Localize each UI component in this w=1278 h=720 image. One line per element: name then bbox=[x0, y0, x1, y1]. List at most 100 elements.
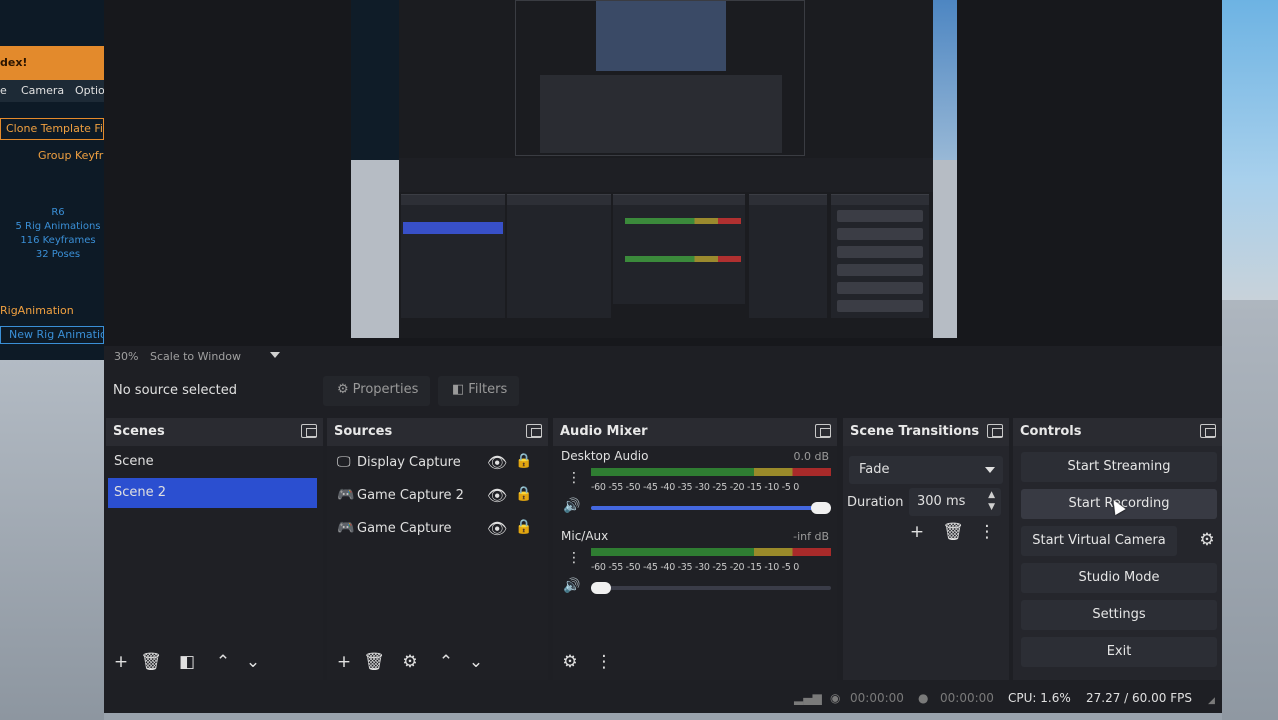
mic-aux-menu-icon[interactable]: ⋮ bbox=[567, 550, 581, 566]
gear-icon: ⚙ bbox=[337, 382, 349, 397]
desktop-audio-volume-slider[interactable] bbox=[591, 502, 831, 514]
duration-value: 300 ms bbox=[917, 494, 966, 509]
eye-icon[interactable]: 👁 bbox=[487, 519, 507, 538]
gamepad-icon: 🎮 bbox=[337, 487, 355, 503]
nested-docks bbox=[540, 75, 782, 153]
chevron-down-icon bbox=[985, 467, 995, 473]
editor-tab-1[interactable]: e bbox=[0, 84, 7, 97]
scene-item[interactable]: Scene bbox=[108, 447, 317, 477]
signal-icon: ▂▄▆ bbox=[794, 691, 822, 705]
start-virtual-camera-button[interactable]: Start Virtual Camera bbox=[1021, 526, 1177, 556]
studio-mode-button[interactable]: Studio Mode bbox=[1021, 563, 1217, 593]
desktop-audio-volume-knob[interactable] bbox=[811, 502, 831, 514]
nested-meter-1 bbox=[625, 218, 741, 224]
speaker-icon[interactable]: 🔊 bbox=[563, 498, 580, 514]
gear-icon[interactable]: ⚙ bbox=[399, 652, 421, 672]
nested-scenes-header bbox=[401, 195, 505, 205]
filters-label: Filters bbox=[468, 382, 508, 397]
source-label: Game Capture bbox=[357, 521, 452, 536]
chevron-down-icon[interactable] bbox=[270, 352, 280, 358]
trash-icon[interactable]: 🗑 bbox=[363, 652, 385, 672]
cpu-usage: CPU: 1.6% bbox=[1008, 691, 1071, 705]
group-keyframes-label[interactable]: Group Keyfra bbox=[38, 149, 104, 162]
properties-button[interactable]: ⚙ Properties bbox=[323, 376, 431, 406]
lock-icon[interactable]: 🔒 bbox=[515, 453, 532, 469]
desktop-audio-menu-icon[interactable]: ⋮ bbox=[567, 470, 581, 486]
settings-button[interactable]: Settings bbox=[1021, 600, 1217, 630]
preview-editor bbox=[351, 0, 399, 160]
virtual-camera-gear-icon[interactable]: ⚙ bbox=[1193, 526, 1221, 556]
new-rig-animation-button[interactable]: New Rig Animatio bbox=[0, 326, 104, 344]
preview-canvas[interactable] bbox=[351, 0, 957, 338]
desktop-audio-ticks: -60 -55 -50 -45 -40 -35 -30 -25 -20 -15 … bbox=[591, 482, 800, 493]
spin-down-icon[interactable]: ▼ bbox=[988, 502, 995, 512]
editor-tab-camera[interactable]: Camera bbox=[21, 84, 64, 97]
sources-dock: Sources 🖵 Display Capture 👁 🔒 🎮 Game Cap… bbox=[327, 418, 548, 680]
eye-icon[interactable]: 👁 bbox=[487, 453, 507, 472]
zoom-level: 30% bbox=[114, 350, 139, 363]
mixer-menu-icon[interactable]: ⋮ bbox=[593, 652, 615, 672]
spin-up-icon[interactable]: ▲ bbox=[988, 490, 995, 500]
source-item[interactable]: 🎮 Game Capture 2 👁 🔒 bbox=[327, 481, 548, 511]
fps-readout: 27.27 / 60.00 FPS bbox=[1086, 691, 1192, 705]
scenes-footer: + 🗑 ◧ ⌃ ⌄ bbox=[106, 644, 323, 680]
mic-aux-volume-slider[interactable] bbox=[591, 582, 831, 594]
speaker-icon[interactable]: 🔊 bbox=[563, 578, 580, 594]
lock-icon[interactable]: 🔒 bbox=[515, 486, 532, 502]
record-icon: ● bbox=[918, 691, 929, 705]
transition-menu-icon[interactable]: ⋮ bbox=[976, 522, 998, 542]
scene-filters-icon[interactable]: ◧ bbox=[176, 652, 198, 672]
source-item[interactable]: 🖵 Display Capture 👁 🔒 bbox=[327, 448, 548, 478]
transition-select[interactable]: Fade bbox=[849, 456, 1003, 484]
exit-button[interactable]: Exit bbox=[1021, 637, 1217, 667]
add-scene-icon[interactable]: + bbox=[110, 652, 132, 672]
move-down-icon[interactable]: ⌄ bbox=[465, 652, 487, 672]
editor-tab-options[interactable]: Optio bbox=[75, 84, 104, 97]
mic-aux-volume-knob[interactable] bbox=[591, 582, 611, 594]
scale-mode-select[interactable]: Scale to Window bbox=[150, 350, 241, 363]
add-source-icon[interactable]: + bbox=[333, 652, 355, 672]
desktop-floor bbox=[1222, 300, 1278, 720]
undock-icon[interactable] bbox=[1200, 424, 1216, 438]
eye-icon[interactable]: 👁 bbox=[487, 486, 507, 505]
audio-mixer-footer: ⚙ ⋮ bbox=[553, 644, 837, 680]
nested-srcbar bbox=[399, 172, 933, 192]
source-item[interactable]: 🎮 Game Capture 👁 🔒 bbox=[327, 514, 548, 544]
lock-icon[interactable]: 🔒 bbox=[515, 519, 532, 535]
source-label: Display Capture bbox=[357, 455, 461, 470]
nested-btn-6 bbox=[837, 300, 923, 312]
nested-preview bbox=[596, 1, 726, 71]
controls-dock: Controls Start Streaming Start Recording… bbox=[1013, 418, 1222, 680]
sources-title: Sources bbox=[334, 424, 393, 439]
transition-value: Fade bbox=[859, 462, 890, 477]
status-bar: ▂▄▆ ◉ 00:00:00 ● 00:00:00 CPU: 1.6% 27.2… bbox=[104, 684, 1222, 713]
add-transition-icon[interactable]: + bbox=[906, 522, 928, 542]
monitor-icon: 🖵 bbox=[337, 454, 351, 470]
undock-icon[interactable] bbox=[526, 424, 542, 438]
trash-icon[interactable]: 🗑 bbox=[942, 522, 964, 542]
filters-button[interactable]: ◧ Filters bbox=[438, 376, 520, 406]
move-up-icon[interactable]: ⌃ bbox=[212, 652, 234, 672]
audio-mixer-dock: Audio Mixer Desktop Audio 0.0 dB ⋮ -60 -… bbox=[553, 418, 837, 680]
nested-btn-3 bbox=[837, 246, 923, 258]
undock-icon[interactable] bbox=[987, 424, 1003, 438]
clone-template-label: Clone Template Fil bbox=[6, 122, 104, 135]
stream-icon: ◉ bbox=[830, 691, 841, 705]
source-label: Game Capture 2 bbox=[357, 488, 464, 503]
scene-item-selected[interactable]: Scene 2 bbox=[108, 478, 317, 508]
clone-template-button[interactable]: Clone Template Fil bbox=[0, 118, 104, 140]
start-streaming-button[interactable]: Start Streaming bbox=[1021, 452, 1217, 482]
duration-input[interactable]: 300 ms ▲ ▼ bbox=[909, 488, 1001, 516]
move-down-icon[interactable]: ⌄ bbox=[242, 652, 264, 672]
advanced-audio-gear-icon[interactable]: ⚙ bbox=[559, 652, 581, 672]
resize-grip-icon[interactable]: ◢ bbox=[1208, 696, 1215, 706]
rig-stats: R6 5 Rig Animations 116 Keyframes 32 Pos… bbox=[8, 206, 104, 262]
move-up-icon[interactable]: ⌃ bbox=[435, 652, 457, 672]
filter-icon: ◧ bbox=[452, 382, 465, 397]
undock-icon[interactable] bbox=[301, 424, 317, 438]
undock-icon[interactable] bbox=[815, 424, 831, 438]
nested-btn-5 bbox=[837, 282, 923, 294]
trash-icon[interactable]: 🗑 bbox=[140, 652, 162, 672]
desktop-audio-volume-fill bbox=[591, 506, 821, 510]
preview-area[interactable] bbox=[104, 0, 1222, 346]
